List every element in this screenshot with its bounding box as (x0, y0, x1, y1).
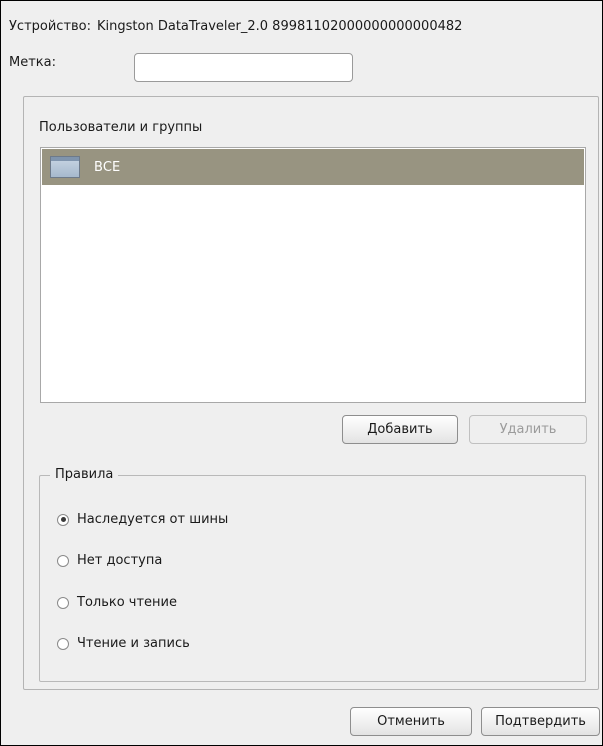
radio-unchecked-icon[interactable] (57, 637, 69, 650)
radio-unchecked-icon[interactable] (57, 596, 69, 609)
confirm-button[interactable]: Подтвердить (481, 707, 600, 736)
cancel-button[interactable]: Отменить (350, 707, 472, 736)
radio-label: Только чтение (77, 595, 178, 610)
radio-inherit-bus[interactable]: Наследуется от шины (57, 512, 228, 527)
radio-label: Наследуется от шины (77, 512, 229, 527)
users-groups-title: Пользователи и группы (39, 120, 203, 135)
tag-input[interactable] (134, 53, 353, 82)
radio-unchecked-icon[interactable] (57, 554, 69, 567)
list-item-label: ВСЕ (94, 159, 121, 175)
window-icon (50, 156, 80, 178)
radio-no-access[interactable]: Нет доступа (57, 553, 162, 568)
rules-title: Правила (50, 467, 119, 482)
device-dialog: Устройство: Kingston DataTraveler_2.0 899… (0, 0, 603, 746)
add-button[interactable]: Добавить (342, 415, 458, 444)
radio-read-only[interactable]: Только чтение (57, 595, 177, 610)
radio-checked-icon[interactable] (57, 513, 69, 526)
delete-button[interactable]: Удалить (469, 415, 587, 444)
device-value: Kingston DataTraveler_2.0 89981102000000… (97, 19, 463, 34)
rules-group: Правила Наследуется от шины Нет доступа … (39, 467, 586, 682)
radio-read-write[interactable]: Чтение и запись (57, 636, 190, 651)
device-info: Устройство: Kingston DataTraveler_2.0 899… (9, 19, 462, 34)
tag-label: Метка: (9, 55, 56, 70)
radio-label: Чтение и запись (77, 636, 190, 651)
users-groups-list[interactable]: ВСЕ (40, 147, 586, 403)
radio-label: Нет доступа (77, 553, 163, 568)
device-label: Устройство: (9, 19, 92, 34)
list-item[interactable]: ВСЕ (42, 149, 584, 185)
